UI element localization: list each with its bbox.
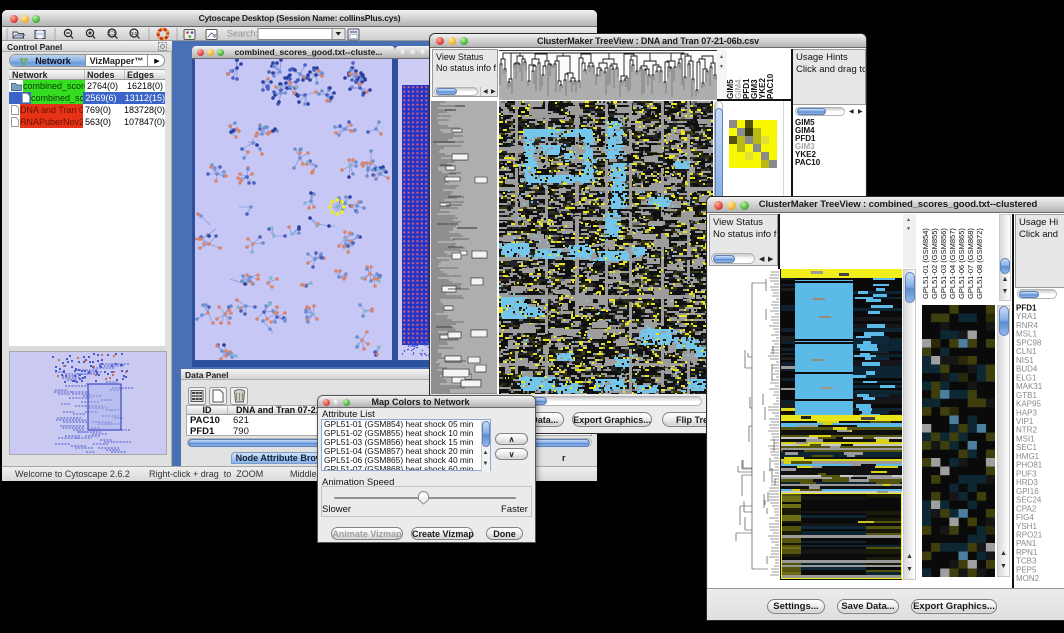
svg-text:GTB1: GTB1 — [1016, 391, 1037, 400]
svg-text:CLN1: CLN1 — [1016, 347, 1037, 356]
svg-text:MSI1: MSI1 — [1016, 435, 1035, 444]
svg-text:HAP3: HAP3 — [1016, 408, 1037, 417]
svg-text:RNR4: RNR4 — [1016, 321, 1038, 330]
svg-text:GPL51-02 (GSM855): GPL51-02 (GSM855) — [930, 228, 939, 299]
svg-text:FIG4: FIG4 — [1016, 513, 1034, 522]
svg-text:GPL51-01 (GSM854): GPL51-01 (GSM854) — [921, 228, 930, 299]
svg-text:ELG1: ELG1 — [1016, 373, 1037, 382]
svg-text:GPL51-06 (GSM865): GPL51-06 (GSM865) — [957, 228, 966, 299]
svg-text:GPI16: GPI16 — [1016, 487, 1039, 496]
svg-text:SPC98: SPC98 — [1016, 338, 1042, 347]
svg-text:RPN1: RPN1 — [1016, 548, 1038, 557]
svg-text:NIS1: NIS1 — [1016, 356, 1034, 365]
svg-text:1:1: 1:1 — [131, 31, 138, 36]
svg-text:PHO81: PHO81 — [1016, 461, 1043, 470]
svg-text:PAN1: PAN1 — [1016, 539, 1037, 548]
svg-text:TCB3: TCB3 — [1016, 557, 1037, 566]
svg-text:YSH1: YSH1 — [1016, 522, 1037, 531]
svg-text:MON2: MON2 — [1016, 574, 1040, 583]
svg-text:NTR2: NTR2 — [1016, 426, 1037, 435]
svg-text:KAP95: KAP95 — [1016, 400, 1041, 409]
svg-text:GPL51-08 (GSM872): GPL51-08 (GSM872) — [975, 228, 984, 299]
svg-text:PFD1: PFD1 — [1016, 304, 1037, 313]
svg-text:PAC10: PAC10 — [766, 73, 775, 99]
svg-text:SEC24: SEC24 — [1016, 496, 1042, 505]
svg-text:CPA2: CPA2 — [1016, 504, 1037, 513]
svg-text:GPL51-07 (GSM868): GPL51-07 (GSM868) — [966, 228, 975, 299]
svg-text:PEP5: PEP5 — [1016, 565, 1037, 574]
svg-text:MSL1: MSL1 — [1016, 330, 1037, 339]
svg-text:VIP1: VIP1 — [1016, 417, 1034, 426]
svg-text:HMG1: HMG1 — [1016, 452, 1040, 461]
svg-text:MAK31: MAK31 — [1016, 382, 1043, 391]
svg-text:SEC1: SEC1 — [1016, 443, 1037, 452]
svg-text:GPL51-03 (GSM856): GPL51-03 (GSM856) — [939, 228, 948, 299]
svg-text:YRA1: YRA1 — [1016, 312, 1037, 321]
svg-text:BUD4: BUD4 — [1016, 365, 1038, 374]
svg-text:HRD3: HRD3 — [1016, 478, 1038, 487]
svg-text:PUF3: PUF3 — [1016, 469, 1037, 478]
svg-text:Search:: Search: — [227, 29, 258, 39]
svg-text:RPO21: RPO21 — [1016, 531, 1043, 540]
svg-text:GPL51-04 (GSM857): GPL51-04 (GSM857) — [948, 228, 957, 299]
